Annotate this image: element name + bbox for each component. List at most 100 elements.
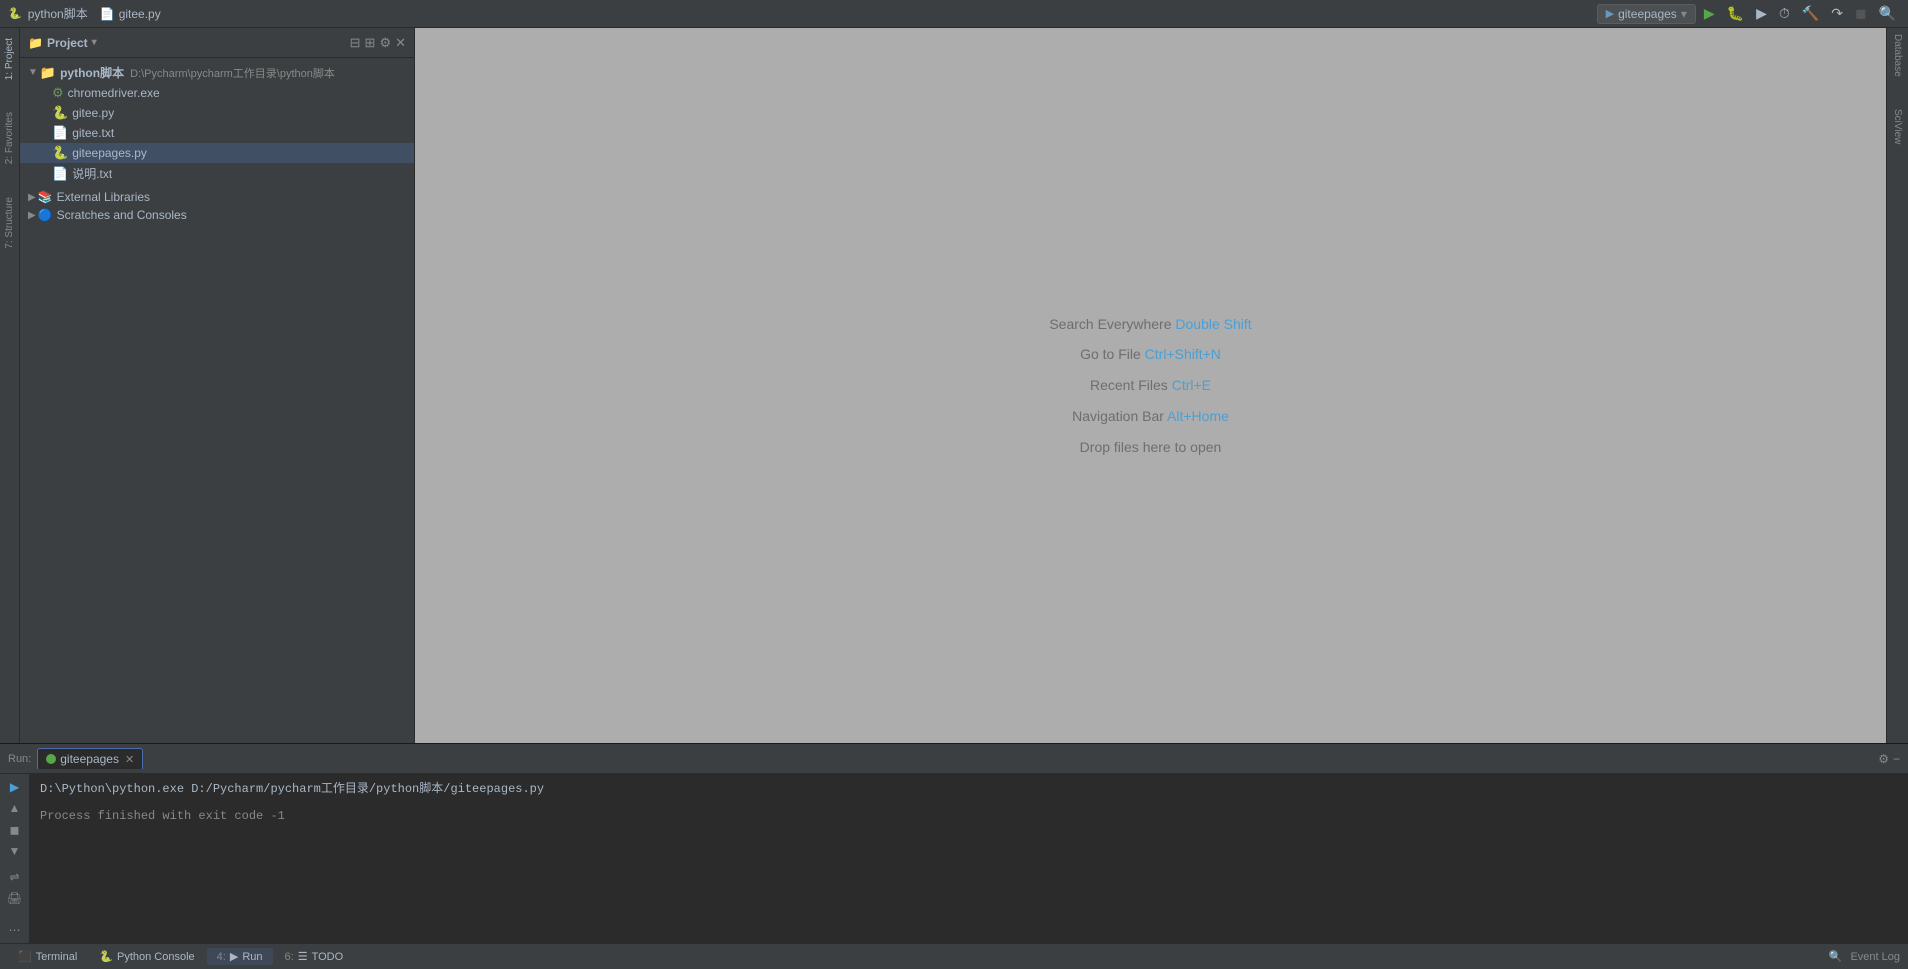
todo-tab-label: TODO	[312, 951, 344, 963]
bottom-right: 🔍 Event Log	[1829, 950, 1900, 963]
run-tab-name: giteepages	[60, 752, 119, 766]
run-print-button[interactable]: 🖨	[4, 890, 26, 908]
run-tab-close-icon[interactable]: ✕	[125, 753, 134, 766]
project-tab-label[interactable]: python脚本	[28, 5, 88, 22]
python-console-label: Python Console	[117, 951, 195, 963]
debug-button[interactable]: 🐛	[1723, 3, 1748, 24]
settings-icon[interactable]: ⚙	[379, 35, 391, 51]
run-header-actions: ⚙ −	[1878, 752, 1900, 766]
title-tabs: 🐍 python脚本 📄 gitee.py	[8, 5, 161, 22]
search-everywhere-button[interactable]: 🔍	[1875, 3, 1900, 24]
run-tab-icon: ▶	[230, 950, 238, 963]
txt-icon-1: 📄	[52, 125, 68, 141]
build-button[interactable]: 🔨	[1798, 3, 1823, 24]
tree-item-gitee-py[interactable]: 🐍 gitee.py	[20, 103, 414, 123]
run-scroll-up-button[interactable]: ▲	[4, 800, 26, 818]
file-giteepages-py: giteepages.py	[72, 146, 147, 160]
root-expand-arrow[interactable]: ▼	[28, 67, 38, 78]
run-soft-wrap-button[interactable]: ⇌	[4, 868, 26, 886]
project-title: 📁 Project ▾	[28, 36, 344, 50]
file-gitee-py: gitee.py	[72, 106, 114, 120]
run-output-line-1: D:\Python\python.exe D:/Pycharm/pycharm工…	[40, 780, 1898, 799]
run-minimize-icon[interactable]: −	[1893, 752, 1900, 766]
tree-item-gitee-txt[interactable]: 📄 gitee.txt	[20, 123, 414, 143]
tab-run[interactable]: 4: ▶ Run	[207, 948, 273, 965]
sidebar-item-sciview[interactable]: SciView	[1890, 103, 1905, 150]
run-output-line-2	[40, 799, 1898, 807]
file-chromedriver: chromedriver.exe	[68, 86, 160, 100]
bottom-toolbar: ⬛ Terminal 🐍 Python Console 4: ▶ Run 6: …	[0, 943, 1908, 969]
config-dropdown-icon[interactable]: ▾	[1681, 7, 1687, 21]
run-output: D:\Python\python.exe D:/Pycharm/pycharm工…	[30, 774, 1908, 943]
stop-button[interactable]: ◼	[1851, 3, 1871, 24]
project-panel-header: 📁 Project ▾ ⊟ ⊞ ⚙ ✕	[20, 28, 414, 58]
run-stop-button[interactable]: ◼	[4, 821, 26, 839]
tree-item-shuoming-txt[interactable]: 📄 说明.txt	[20, 163, 414, 184]
run-coverage-button[interactable]: ▶	[1752, 3, 1771, 24]
ext-libs-expand[interactable]: ▶	[28, 192, 36, 203]
root-folder-icon: 📁	[40, 65, 56, 81]
event-log-search-icon: 🔍	[1829, 950, 1843, 963]
tab-terminal[interactable]: ⬛ Terminal	[8, 948, 87, 965]
run-settings-icon[interactable]: ⚙	[1878, 752, 1889, 766]
tree-item-giteepages-py[interactable]: 🐍 giteepages.py	[20, 143, 414, 163]
run-play-button[interactable]: ▶	[4, 778, 26, 796]
python-tab[interactable]: 🐍	[8, 7, 22, 20]
run-output-line-3: Process finished with exit code -1	[40, 807, 1898, 826]
sidebar-item-favorites[interactable]: 2: Favorites	[1, 106, 18, 170]
scratches-label: Scratches and Consoles	[57, 208, 187, 222]
hint-search-everywhere: Search Everywhere Double Shift	[1049, 309, 1251, 340]
hint-navigation-bar: Navigation Bar Alt+Home	[1049, 401, 1251, 432]
sidebar-item-project[interactable]: 1: Project	[1, 32, 18, 86]
file-tab[interactable]: 📄 gitee.py	[100, 7, 161, 21]
run-content: ▶ ▲ ◼ ▼ ⇌ 🖨 ⋯ D:\Python\python.exe D:/Py…	[0, 774, 1908, 943]
tree-root[interactable]: ▼ 📁 python脚本 D:\Pycharm\pycharm工作目录\pyth…	[20, 62, 414, 83]
run-tab-label: Run	[242, 951, 262, 963]
txt-icon-2: 📄	[52, 166, 68, 182]
tab-python-console[interactable]: 🐍 Python Console	[89, 948, 204, 965]
tab-todo[interactable]: 6: ☰ TODO	[275, 948, 354, 965]
hint-recent-files: Recent Files Ctrl+E	[1049, 370, 1251, 401]
close-panel-icon[interactable]: ✕	[395, 35, 406, 51]
run-config-area: ▶ giteepages ▾ ▶ 🐛 ▶ ⏱ 🔨 ↷ ◼ 🔍	[1597, 3, 1900, 24]
file-shuoming-txt: 说明.txt	[72, 165, 112, 182]
run-tab-num: 4:	[217, 951, 226, 963]
exe-icon: ⚙	[52, 85, 64, 101]
tree-item-chromedriver[interactable]: ⚙ chromedriver.exe	[20, 83, 414, 103]
tree-item-external-libs[interactable]: ▶ 📚 External Libraries	[20, 188, 414, 206]
file-gitee-txt: gitee.txt	[72, 126, 114, 140]
dropdown-icon[interactable]: ▾	[92, 37, 97, 48]
ext-libs-icon: 📚	[38, 190, 53, 204]
collapse-all-icon[interactable]: ⊟	[350, 35, 361, 51]
bottom-panel: Run: giteepages ✕ ⚙ − ▶ ▲ ◼ ▼ ⇌ 🖨 ⋯ D:\P…	[0, 743, 1908, 943]
profile-button[interactable]: ⏱	[1775, 3, 1794, 24]
step-over-button[interactable]: ↷	[1827, 3, 1847, 24]
expand-all-icon[interactable]: ⊞	[365, 35, 376, 51]
scratches-icon: 🔵	[38, 208, 53, 222]
left-panel-strip: 1: Project 2: Favorites 7: Structure	[0, 28, 20, 743]
root-path: D:\Pycharm\pycharm工作目录\python脚本	[130, 65, 335, 81]
event-log-label[interactable]: Event Log	[1850, 951, 1900, 963]
tree-item-scratches[interactable]: ▶ 🔵 Scratches and Consoles	[20, 206, 414, 224]
run-more-button[interactable]: ⋯	[4, 921, 26, 939]
titlebar: 🐍 python脚本 📄 gitee.py ▶ giteepages ▾ ▶ 🐛…	[0, 0, 1908, 28]
main-area: 1: Project 2: Favorites 7: Structure 📁 P…	[0, 28, 1908, 743]
editor-area: Search Everywhere Double Shift Go to Fil…	[415, 28, 1886, 743]
project-panel: 📁 Project ▾ ⊟ ⊞ ⚙ ✕ ▼ 📁 python脚本 D:\Pych…	[20, 28, 415, 743]
py-icon-2: 🐍	[52, 145, 68, 161]
todo-tab-icon: ☰	[298, 950, 308, 963]
folder-icon: 📁	[28, 36, 43, 50]
py-icon-1: 🐍	[52, 105, 68, 121]
terminal-label: Terminal	[36, 951, 78, 963]
run-tab-icon	[46, 754, 56, 764]
sidebar-item-database[interactable]: Database	[1890, 28, 1905, 83]
run-side-toolbar: ▶ ▲ ◼ ▼ ⇌ 🖨 ⋯	[0, 774, 30, 943]
run-tab-giteepages[interactable]: giteepages ✕	[37, 748, 143, 769]
run-scroll-down-button[interactable]: ▼	[4, 843, 26, 861]
run-config-selector[interactable]: ▶ giteepages ▾	[1597, 4, 1696, 24]
run-button[interactable]: ▶	[1700, 3, 1719, 24]
editor-hints: Search Everywhere Double Shift Go to Fil…	[1049, 309, 1251, 463]
run-panel-header: Run: giteepages ✕ ⚙ −	[0, 744, 1908, 774]
scratches-expand[interactable]: ▶	[28, 210, 36, 221]
sidebar-item-structure[interactable]: 7: Structure	[1, 191, 18, 255]
